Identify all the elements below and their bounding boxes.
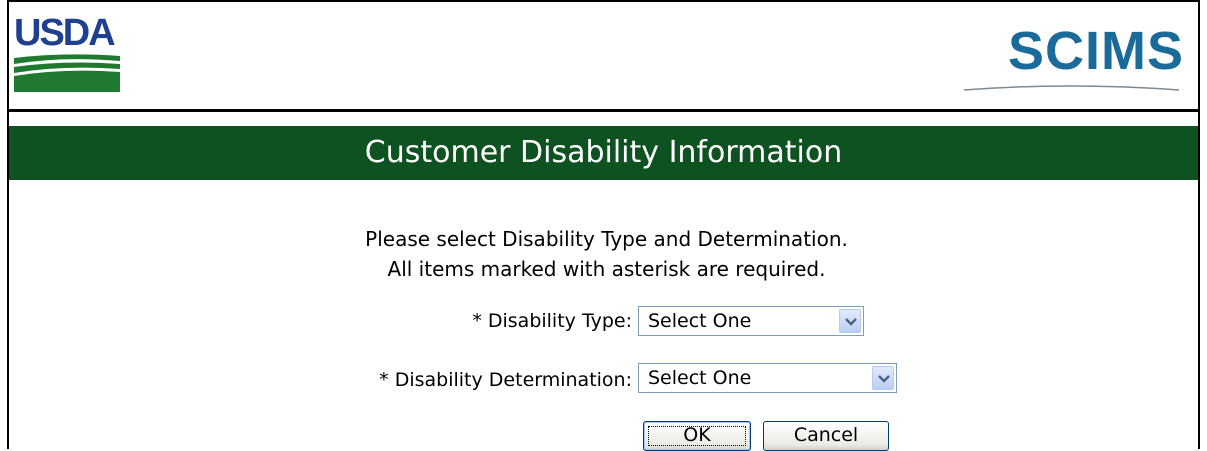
disability-determination-select[interactable]: Select One bbox=[638, 363, 897, 393]
cancel-button[interactable]: Cancel bbox=[763, 421, 889, 451]
page-title: Customer Disability Information bbox=[9, 126, 1198, 180]
usda-field-icon bbox=[14, 52, 120, 92]
disability-determination-selected-value: Select One bbox=[648, 367, 752, 389]
chevron-down-icon[interactable] bbox=[872, 366, 894, 390]
scims-logo: SCIMS bbox=[954, 22, 1184, 102]
disability-determination-label: * Disability Determination: bbox=[379, 369, 632, 391]
focus-ring bbox=[648, 426, 746, 446]
usda-logo-text: USDA bbox=[14, 12, 116, 54]
page-frame: USDA SCIMS Customer Disability Informati… bbox=[7, 0, 1202, 451]
scims-swoosh-icon bbox=[963, 85, 1180, 91]
instructions: Please select Disability Type and Determ… bbox=[9, 224, 1202, 284]
ok-button[interactable]: OK bbox=[643, 421, 751, 451]
page-header: USDA SCIMS bbox=[9, 2, 1198, 112]
disability-type-selected-value: Select One bbox=[648, 310, 752, 332]
chevron-down-icon[interactable] bbox=[839, 309, 861, 333]
disability-type-select[interactable]: Select One bbox=[638, 306, 864, 336]
scims-logo-text: SCIMS bbox=[1007, 21, 1184, 81]
cancel-button-label: Cancel bbox=[793, 424, 859, 446]
instructions-line-1: Please select Disability Type and Determ… bbox=[365, 227, 848, 251]
instructions-line-2: All items marked with asterisk are requi… bbox=[387, 257, 826, 281]
disability-type-label: * Disability Type: bbox=[472, 310, 632, 332]
usda-logo: USDA bbox=[14, 14, 124, 96]
